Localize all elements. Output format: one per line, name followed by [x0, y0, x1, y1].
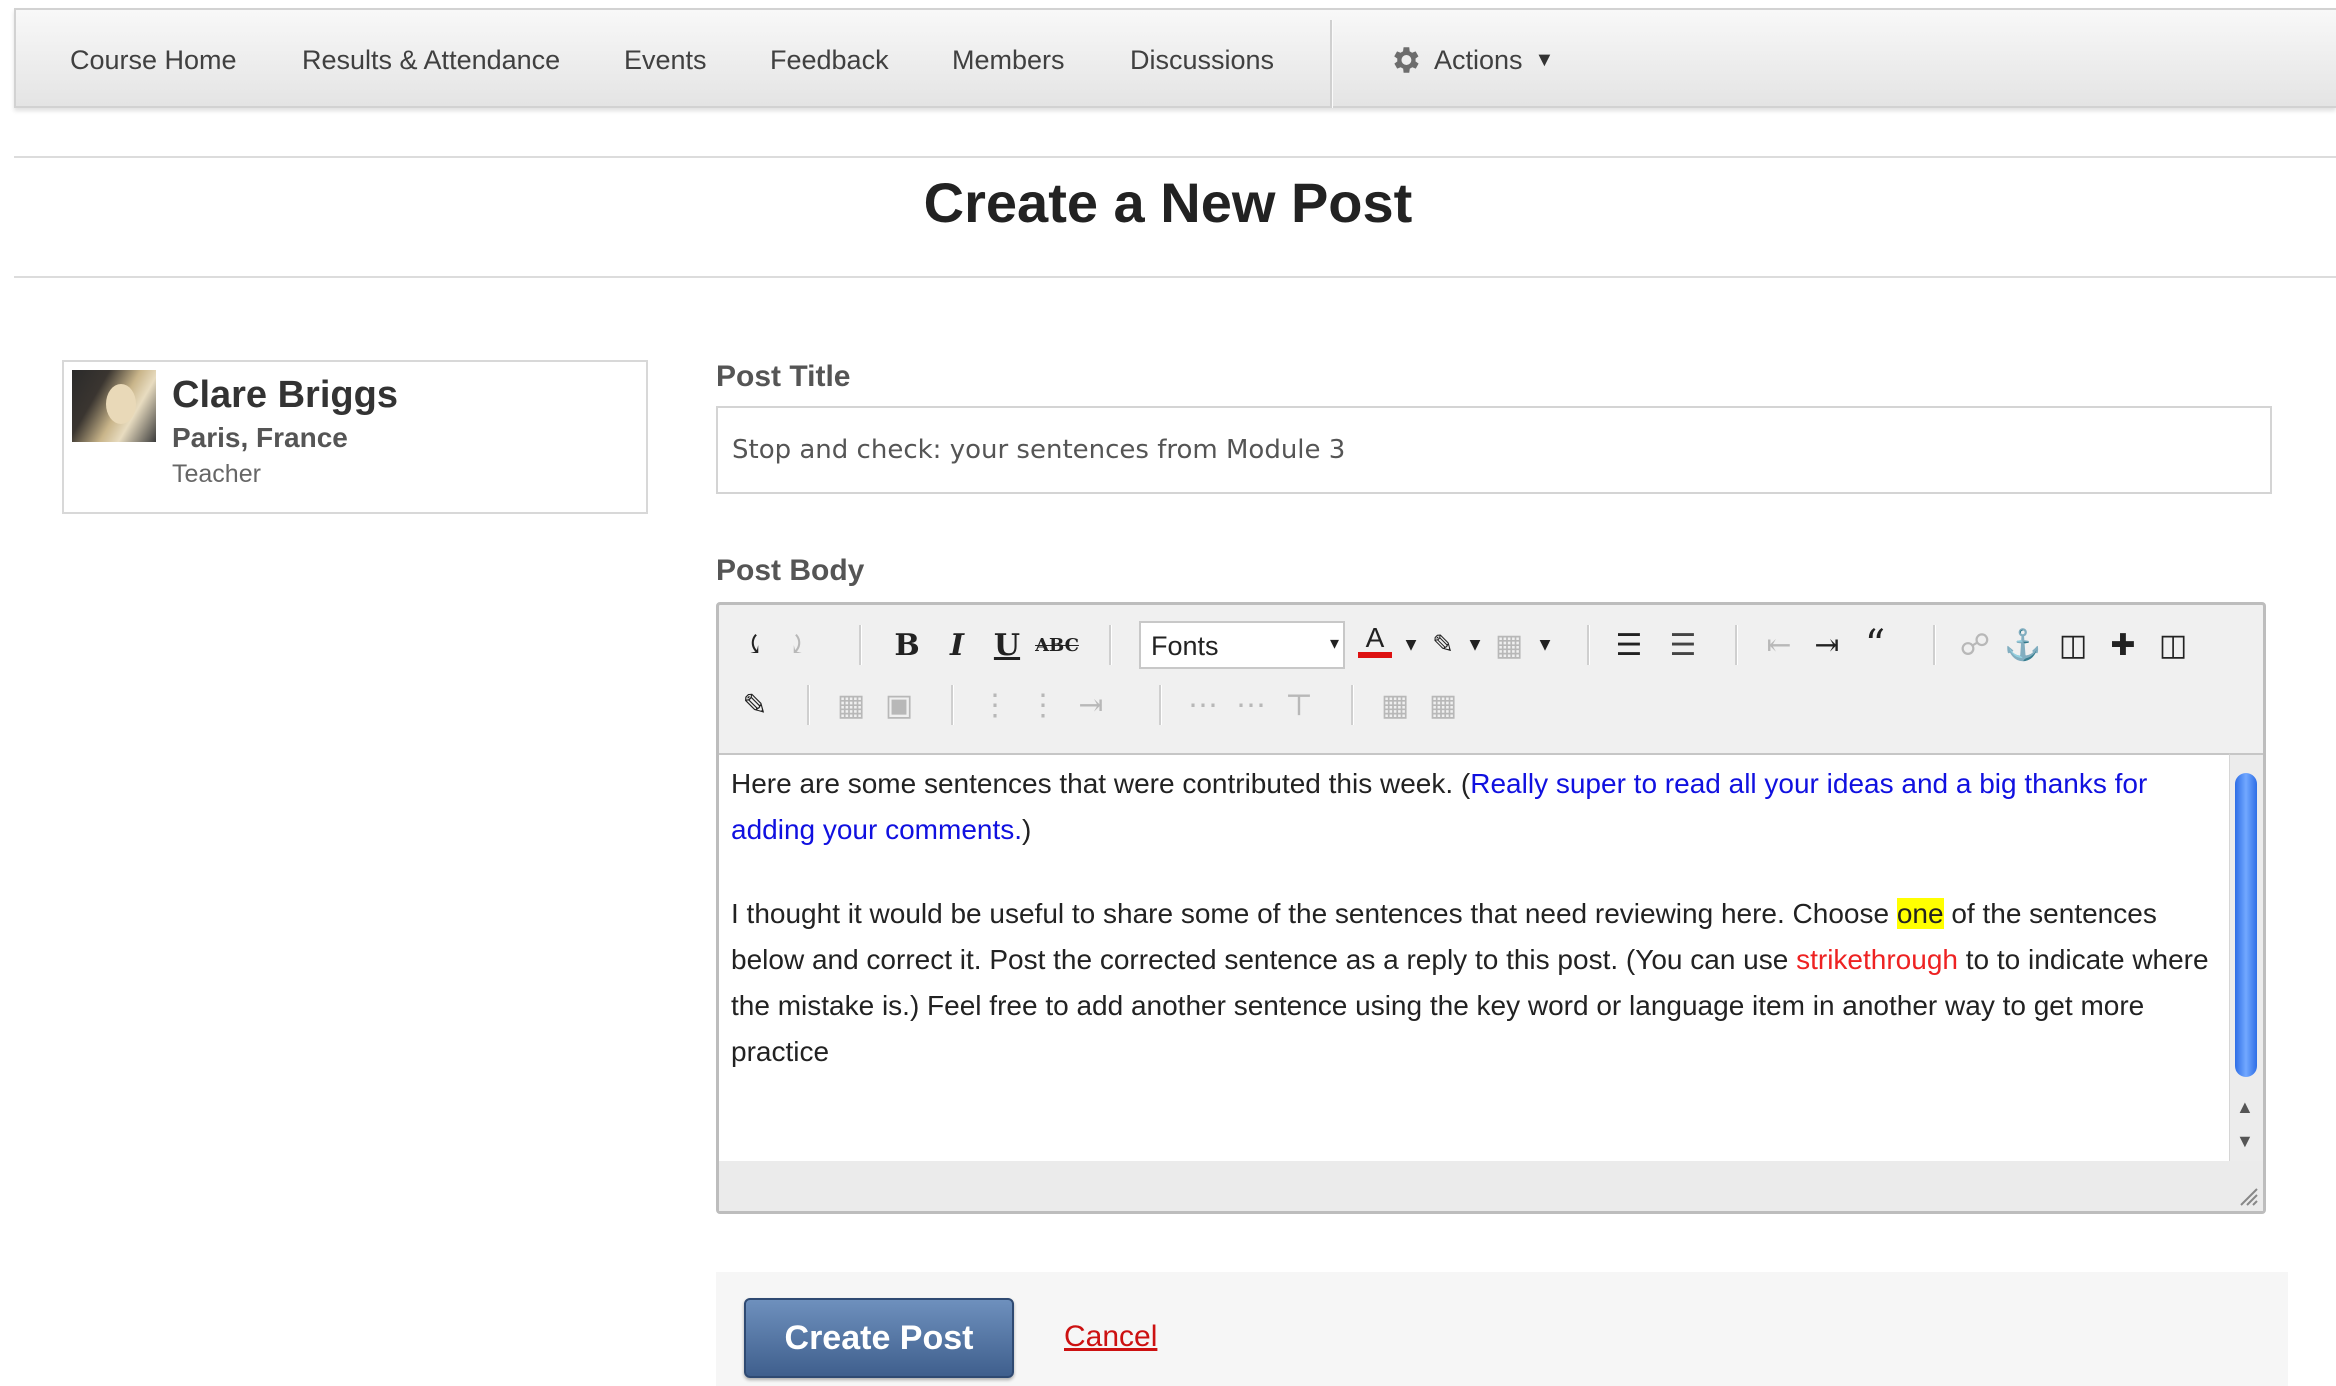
- editor-status-bar: [719, 1161, 2263, 1211]
- underline-icon[interactable]: U: [987, 625, 1027, 665]
- page-title: Create a New Post: [923, 171, 1413, 234]
- nav-events[interactable]: Events: [624, 10, 707, 110]
- cancel-link[interactable]: Cancel: [1064, 1320, 1157, 1354]
- font-color-icon[interactable]: A: [1355, 621, 1395, 661]
- strikethrough-icon[interactable]: ABC: [1035, 625, 1079, 665]
- author-name: Clare Briggs: [172, 374, 398, 416]
- rich-text-editor: ⤹ ⤸ B I U ABC Fonts ▾ A ▼ ✎ ▼ ▦ ▼ ☰ ☰ ⇤ …: [716, 602, 2266, 1214]
- indent-icon[interactable]: ⇥: [1807, 625, 1847, 665]
- editor-toolbar-row-1: ⤹ ⤸ B I U ABC Fonts ▾ A ▼ ✎ ▼ ▦ ▼ ☰ ☰ ⇤ …: [719, 605, 2263, 671]
- actions-menu-button[interactable]: Actions ▼: [1388, 10, 1554, 110]
- insert-row-after-icon[interactable]: ⋮: [1023, 685, 1063, 725]
- gear-icon: [1388, 43, 1422, 77]
- insert-row-before-icon[interactable]: ⋮: [975, 685, 1015, 725]
- editor-content-area[interactable]: Here are some sentences that were contri…: [719, 753, 2229, 1167]
- highlighted-text: one: [1896, 898, 1944, 929]
- blockquote-icon[interactable]: “: [1855, 622, 1895, 668]
- scrollbar-thumb[interactable]: [2235, 773, 2257, 1077]
- outdent-icon[interactable]: ⇤: [1759, 625, 1799, 665]
- top-navigation-bar: Course Home Results & Attendance Events …: [14, 8, 2336, 108]
- bulleted-list-icon[interactable]: ☰: [1609, 625, 1649, 665]
- red-text: strikethrough: [1796, 944, 1958, 975]
- post-body-label: Post Body: [716, 554, 865, 587]
- undo-icon[interactable]: ⤹: [735, 625, 775, 665]
- nav-results-attendance[interactable]: Results & Attendance: [302, 10, 560, 110]
- nav-members[interactable]: Members: [952, 10, 1065, 110]
- font-select-value: Fonts: [1151, 631, 1219, 661]
- nav-course-home[interactable]: Course Home: [70, 10, 237, 110]
- insert-image-icon[interactable]: ◫: [2053, 625, 2093, 665]
- insert-col-before-icon[interactable]: ⋯: [1183, 685, 1223, 725]
- insert-table-icon[interactable]: ◫: [2153, 625, 2193, 665]
- redo-icon[interactable]: ⤸: [777, 625, 817, 665]
- author-card: Clare Briggs Paris, France Teacher: [62, 360, 648, 514]
- chevron-down-icon: ▾: [1329, 633, 1339, 653]
- insert-media-icon[interactable]: ✚: [2103, 625, 2143, 665]
- edit-source-icon[interactable]: ✎: [735, 685, 775, 725]
- post-title-input[interactable]: [716, 406, 2272, 494]
- insert-col-after-icon[interactable]: ⋯: [1231, 685, 1271, 725]
- editor-toolbar-row-2: ✎ ▦ ▣ ⋮ ⋮ ⇥ ⋯ ⋯ ⊤ ▦ ▦: [719, 675, 2263, 741]
- body-paragraph-2: I thought it would be useful to share so…: [731, 898, 2209, 1067]
- title-top-rule: [14, 156, 2336, 158]
- delete-row-icon[interactable]: ⇥: [1071, 685, 1111, 725]
- scroll-up-icon[interactable]: ▲: [2236, 1097, 2254, 1118]
- actions-label: Actions: [1434, 45, 1523, 75]
- unlink-icon[interactable]: ☍: [1955, 625, 1995, 665]
- avatar: [72, 370, 156, 442]
- post-title-label: Post Title: [716, 360, 851, 393]
- split-cells-icon[interactable]: ▦: [1423, 685, 1463, 725]
- body-paragraph-1: Here are some sentences that were contri…: [731, 768, 2148, 845]
- nav-discussions[interactable]: Discussions: [1130, 10, 1274, 110]
- author-role: Teacher: [172, 460, 261, 488]
- resize-grip-icon[interactable]: [2237, 1185, 2259, 1207]
- table-cell-icon[interactable]: ▦: [831, 685, 871, 725]
- background-icon[interactable]: ▦: [1489, 625, 1529, 665]
- scroll-down-icon[interactable]: ▼: [2236, 1131, 2254, 1152]
- caret-down-icon: ▼: [1534, 49, 1555, 71]
- delete-col-icon[interactable]: ⊤: [1279, 685, 1319, 725]
- chevron-down-icon[interactable]: ▼: [1525, 625, 1565, 665]
- italic-icon[interactable]: I: [937, 625, 977, 665]
- editor-scrollbar[interactable]: ▲ ▼: [2229, 753, 2263, 1167]
- numbered-list-icon[interactable]: ☰: [1663, 625, 1703, 665]
- bold-icon[interactable]: B: [887, 625, 927, 665]
- author-location: Paris, France: [172, 422, 348, 453]
- title-bottom-rule: [14, 276, 2336, 278]
- anchor-icon[interactable]: ⚓: [2003, 625, 2043, 665]
- font-family-select[interactable]: Fonts ▾: [1139, 621, 1345, 669]
- table-row-icon[interactable]: ▣: [879, 685, 919, 725]
- nav-divider: [1330, 20, 1333, 108]
- nav-feedback[interactable]: Feedback: [770, 10, 889, 110]
- create-post-button[interactable]: Create Post: [744, 1298, 1014, 1378]
- merge-cells-icon[interactable]: ▦: [1375, 685, 1415, 725]
